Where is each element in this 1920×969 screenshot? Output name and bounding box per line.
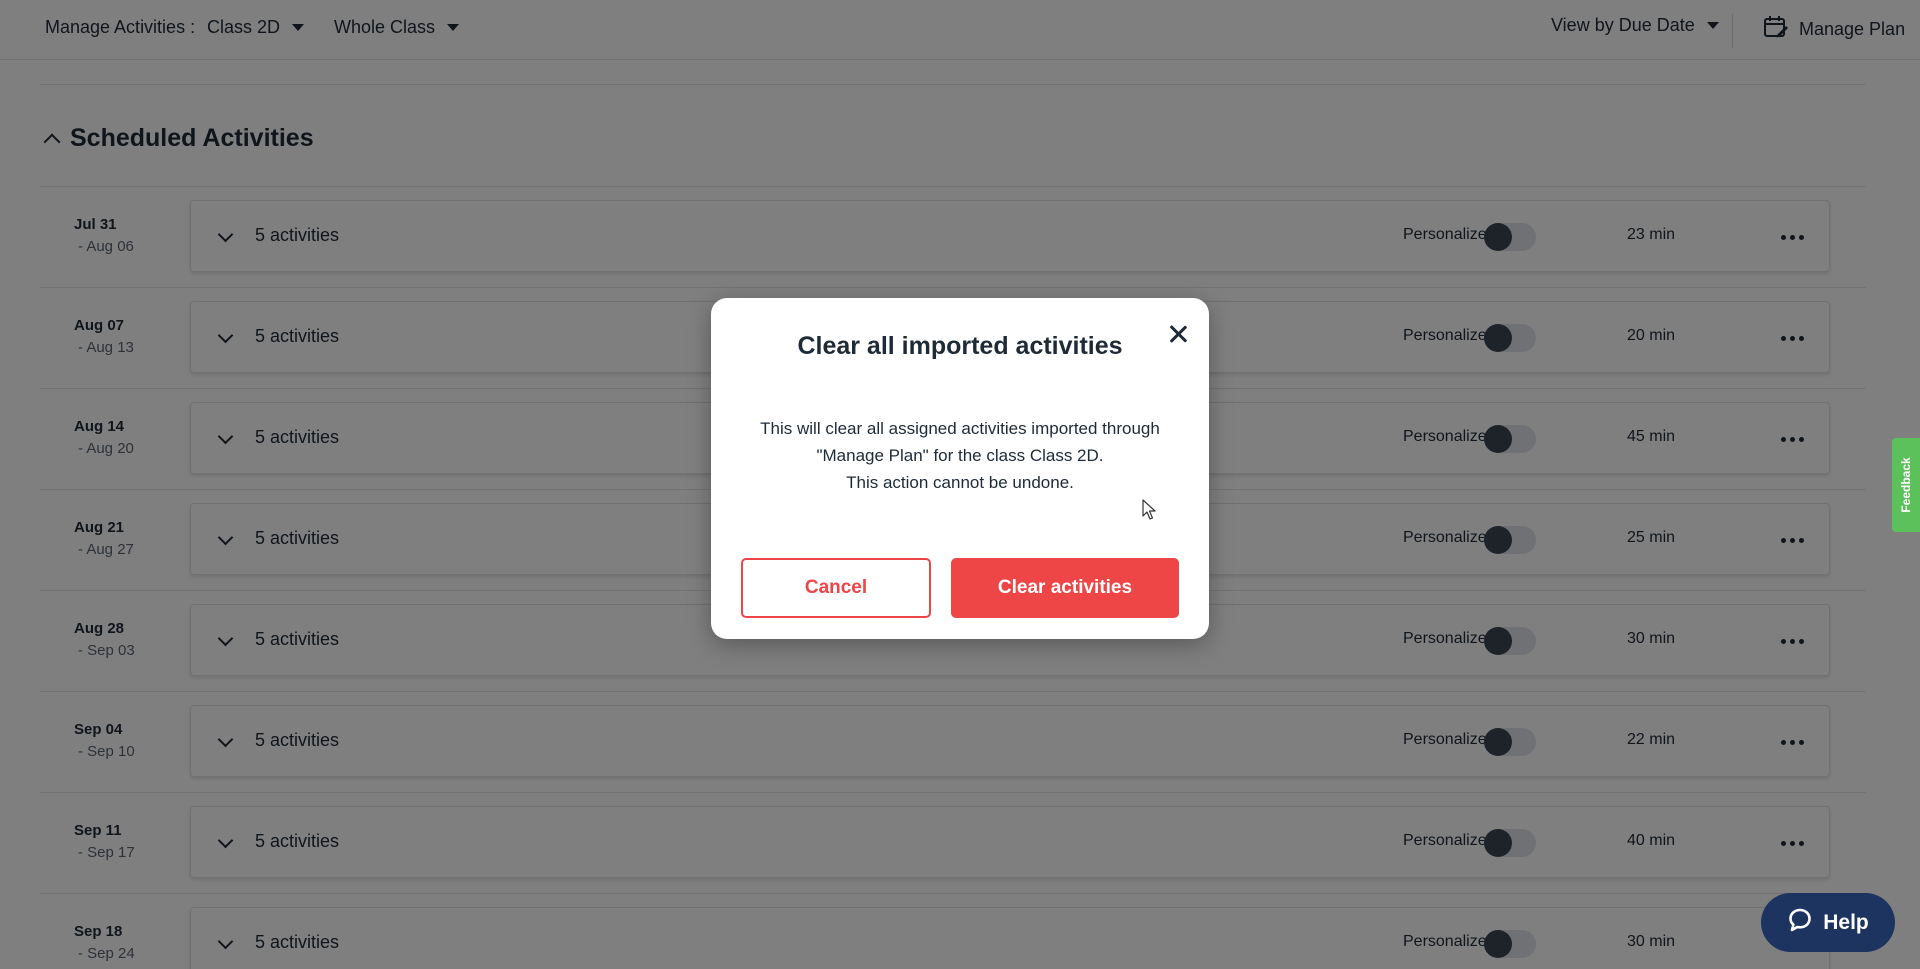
- dialog-title: Clear all imported activities: [797, 332, 1123, 360]
- help-label: Help: [1823, 910, 1869, 934]
- dialog-message-line: "Manage Plan" for the class Class 2D.: [816, 446, 1104, 465]
- dialog-message-line: This will clear all assigned activities …: [760, 419, 1160, 438]
- feedback-tab[interactable]: Feedback: [1892, 438, 1920, 532]
- cancel-button[interactable]: Cancel: [741, 558, 931, 618]
- dialog-message-line: This action cannot be undone.: [846, 473, 1074, 492]
- clear-activities-dialog: Clear all imported activities This will …: [711, 298, 1209, 639]
- chat-bubble-icon: [1787, 907, 1813, 939]
- help-button[interactable]: Help: [1761, 893, 1895, 952]
- mouse-cursor-icon: [1142, 499, 1156, 520]
- clear-activities-button[interactable]: Clear activities: [951, 558, 1179, 618]
- dialog-message: This will clear all assigned activities …: [751, 415, 1169, 496]
- feedback-label: Feedback: [1899, 457, 1913, 513]
